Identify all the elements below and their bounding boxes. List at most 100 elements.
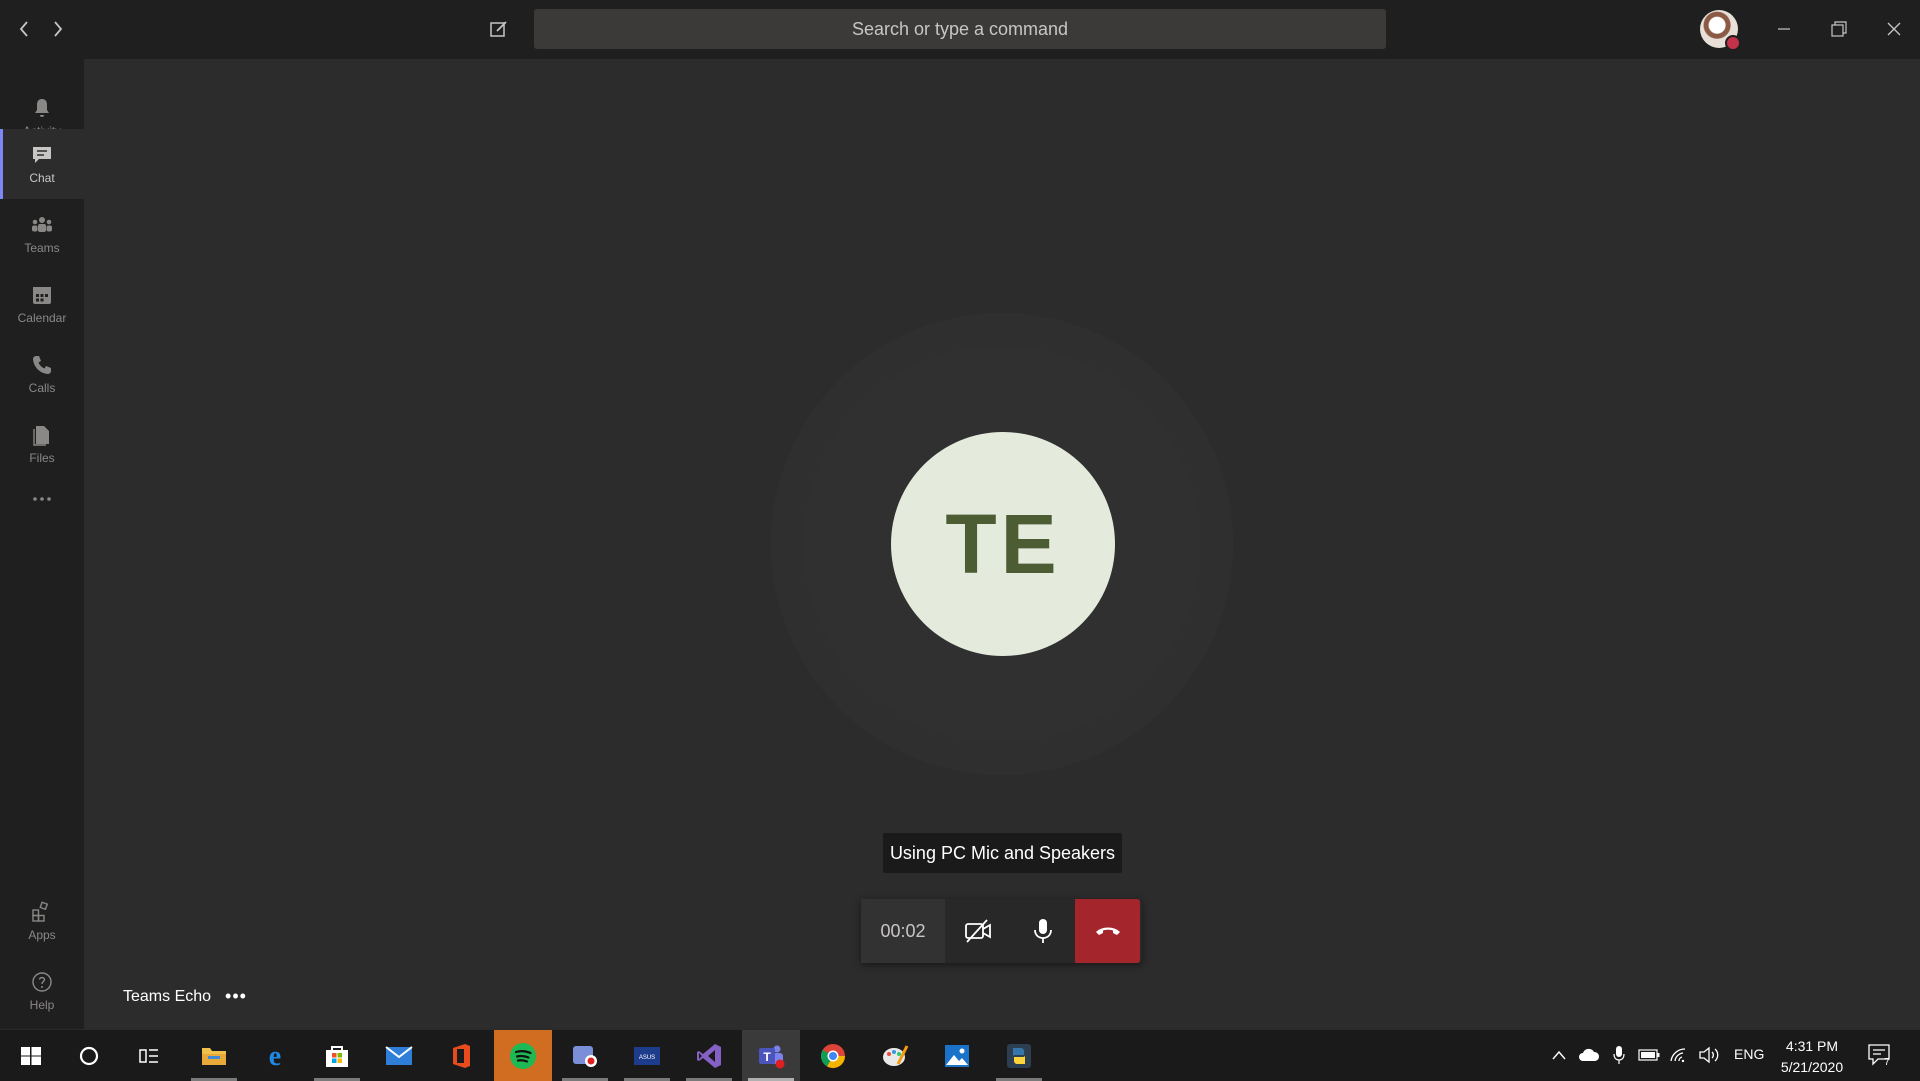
apps-icon <box>32 901 49 922</box>
caller-name: Teams Echo <box>123 987 212 1005</box>
audio-status-tooltip: Using PC Mic and Speakers <box>883 833 1122 873</box>
mic-toggle-button[interactable] <box>1010 899 1075 963</box>
minimize-button[interactable] <box>1764 12 1804 46</box>
restore-button[interactable] <box>1819 12 1859 46</box>
rail-item-apps[interactable]: Apps <box>0 886 84 956</box>
screen-recorder-taskbar-icon[interactable] <box>556 1030 614 1081</box>
svg-text:e: e <box>269 1042 281 1070</box>
microphone-icon <box>1033 919 1052 943</box>
wifi-icon <box>1670 1048 1686 1063</box>
call-timer: 00:02 <box>861 899 945 963</box>
python-taskbar-icon[interactable] <box>990 1030 1048 1081</box>
photos-icon <box>945 1044 969 1067</box>
task-view-button[interactable] <box>120 1030 178 1081</box>
spotify-taskbar-icon[interactable] <box>494 1030 552 1081</box>
mail-taskbar-icon[interactable] <box>370 1030 428 1081</box>
battery-tray-icon[interactable] <box>1638 1044 1660 1066</box>
rail-label: Help <box>29 998 55 1012</box>
windows-start-button[interactable] <box>2 1030 60 1081</box>
more-apps-button[interactable] <box>0 479 84 519</box>
store-taskbar-icon[interactable] <box>308 1030 366 1081</box>
new-chat-compose-icon[interactable] <box>486 16 512 42</box>
calendar-icon <box>33 287 51 304</box>
chrome-logo-icon <box>820 1043 845 1068</box>
close-icon <box>1887 22 1901 36</box>
show-hidden-icons-button[interactable] <box>1548 1044 1570 1066</box>
taskbar-clock[interactable]: 4:31 PM 5/21/2020 <box>1776 1036 1848 1078</box>
camera-off-icon <box>964 919 991 943</box>
windows-taskbar: e ASUS T ENG 4:31 PM 5/21/2020 7 <box>0 1029 1920 1081</box>
title-bar: Search or type a command <box>0 0 1920 59</box>
edge-taskbar-icon[interactable]: e <box>246 1030 304 1081</box>
app-bar: Activity Chat Teams Calendar Calls Files… <box>0 59 84 1029</box>
rail-label: Files <box>29 451 55 465</box>
battery-icon <box>1638 1049 1660 1061</box>
rail-label: Apps <box>28 928 56 942</box>
python-logo-icon <box>1007 1043 1031 1068</box>
hang-up-icon <box>1095 927 1120 935</box>
mail-envelope-icon <box>385 1045 413 1065</box>
search-placeholder: Search or type a command <box>851 18 1069 39</box>
office-taskbar-icon[interactable] <box>432 1030 490 1081</box>
wifi-tray-icon[interactable] <box>1668 1044 1690 1066</box>
paint-palette-icon <box>883 1044 909 1066</box>
back-arrow-icon[interactable] <box>12 16 36 42</box>
cortana-search-button[interactable] <box>60 1030 118 1081</box>
help-icon <box>32 972 52 992</box>
rail-item-teams[interactable]: Teams <box>0 199 84 269</box>
svg-text:T: T <box>763 1050 771 1064</box>
teams-icon <box>32 217 52 232</box>
clock-date: 5/21/2020 <box>1780 1059 1844 1075</box>
teams-taskbar-icon[interactable]: T <box>742 1030 800 1081</box>
rail-label: Calls <box>28 381 56 395</box>
onedrive-tray-icon[interactable] <box>1578 1044 1600 1066</box>
windows-logo-icon <box>21 1046 41 1065</box>
visual-studio-taskbar-icon[interactable] <box>680 1030 738 1081</box>
spotify-logo-icon <box>510 1042 536 1069</box>
chevron-up-icon <box>1552 1050 1566 1060</box>
more-horizontal-icon <box>33 497 51 501</box>
rail-item-chat[interactable]: Chat <box>0 129 84 199</box>
svg-text:ASUS: ASUS <box>639 1055 655 1061</box>
paint-3d-taskbar-icon[interactable] <box>866 1030 924 1081</box>
clock-time: 4:31 PM <box>1785 1038 1839 1054</box>
caller-initials: TE <box>945 496 1061 591</box>
caller-avatar: TE <box>891 432 1115 656</box>
file-explorer-taskbar-icon[interactable] <box>185 1030 243 1081</box>
minimize-icon <box>1778 28 1790 30</box>
store-bag-icon <box>326 1045 348 1067</box>
camera-toggle-button[interactable] <box>945 899 1010 963</box>
search-input[interactable]: Search or type a command <box>534 9 1386 49</box>
notification-count-badge: 7 <box>1884 1057 1890 1068</box>
hang-up-button[interactable] <box>1075 899 1140 963</box>
rail-item-files[interactable]: Files <box>0 409 84 479</box>
call-controls: 00:02 <box>861 899 1142 963</box>
audio-status-text: Using PC Mic and Speakers <box>889 842 1116 863</box>
edge-legacy-icon: e <box>269 1042 281 1070</box>
caller-info: Teams Echo ••• <box>123 986 247 1007</box>
chrome-taskbar-icon[interactable] <box>804 1030 862 1081</box>
cloud-icon <box>1579 1048 1600 1061</box>
tray-microphone-icon <box>1613 1046 1625 1064</box>
asus-taskbar-icon[interactable]: ASUS <box>618 1030 676 1081</box>
volume-tray-icon[interactable] <box>1698 1044 1720 1066</box>
chat-icon <box>33 147 51 163</box>
photos-taskbar-icon[interactable] <box>928 1030 986 1081</box>
visual-studio-icon <box>697 1043 721 1068</box>
close-button[interactable] <box>1874 12 1914 46</box>
microphone-tray-icon[interactable] <box>1608 1044 1630 1066</box>
rail-label: Calendar <box>17 311 67 325</box>
rail-item-calls[interactable]: Calls <box>0 339 84 409</box>
caller-more-options-button[interactable]: ••• <box>225 986 247 1007</box>
speaker-icon <box>1699 1046 1719 1064</box>
profile-avatar[interactable] <box>1700 10 1741 51</box>
rail-label: Chat <box>29 171 55 185</box>
forward-arrow-icon[interactable] <box>46 16 70 42</box>
rail-item-calendar[interactable]: Calendar <box>0 269 84 339</box>
asus-app-icon: ASUS <box>634 1046 660 1065</box>
busy-status-badge <box>1725 35 1741 51</box>
rail-item-help[interactable]: Help <box>0 956 84 1026</box>
teams-logo-icon: T <box>759 1045 785 1068</box>
input-language-indicator[interactable]: ENG <box>1734 1046 1764 1062</box>
phone-icon <box>33 356 51 374</box>
